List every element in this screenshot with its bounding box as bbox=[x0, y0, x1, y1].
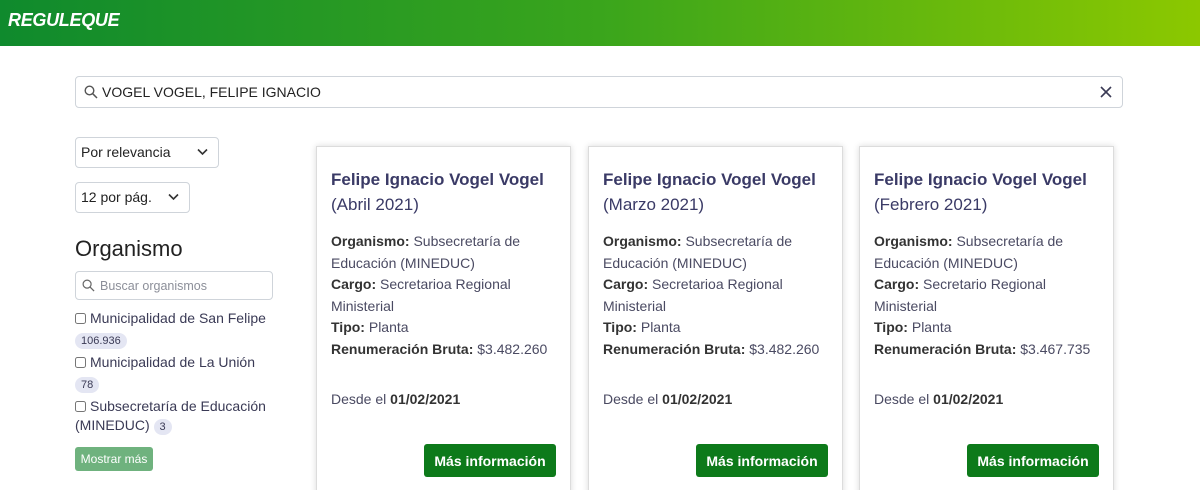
search-icon bbox=[84, 85, 98, 99]
cargo-label: Cargo: bbox=[603, 276, 649, 292]
more-info-button[interactable]: Más información bbox=[967, 444, 1099, 477]
count-badge: 78 bbox=[75, 377, 100, 393]
per-page-select-value: 12 por pág. bbox=[81, 189, 152, 205]
sort-select-value: Por relevancia bbox=[81, 144, 171, 160]
filter-item[interactable]: Municipalidad de San Felipe 106.936 bbox=[75, 309, 285, 349]
renumeracion-label: Renumeración Bruta: bbox=[874, 340, 1017, 357]
chevron-down-icon bbox=[197, 148, 208, 156]
tipo-value: Planta bbox=[911, 319, 952, 335]
chevron-down-icon bbox=[168, 193, 179, 201]
since-label: Desde el bbox=[331, 391, 387, 407]
tipo-label: Tipo: bbox=[874, 319, 908, 335]
card-period: (Febrero 2021) bbox=[874, 195, 988, 214]
tipo-label: Tipo: bbox=[331, 319, 365, 335]
organismo-filter-list: Municipalidad de San Felipe 106.936 Muni… bbox=[75, 309, 285, 439]
show-more-button[interactable]: Mostrar más bbox=[75, 447, 153, 471]
renumeracion-value: $3.482.260 bbox=[749, 340, 820, 357]
organismo-search bbox=[75, 271, 273, 300]
filter-label: Municipalidad de La Unión bbox=[90, 354, 255, 370]
count-badge: 106.936 bbox=[75, 333, 127, 349]
card-since: Desde el 01/02/2021 bbox=[331, 391, 460, 407]
card-since: Desde el 01/02/2021 bbox=[603, 391, 732, 407]
search-input[interactable] bbox=[102, 81, 1092, 103]
card-period: (Abril 2021) bbox=[331, 195, 419, 214]
since-date: 01/02/2021 bbox=[933, 391, 1004, 407]
clear-icon[interactable] bbox=[1098, 84, 1114, 100]
filter-checkbox[interactable] bbox=[75, 313, 86, 324]
result-card: Felipe Ignacio Vogel Vogel (Febrero 2021… bbox=[859, 146, 1114, 490]
filter-item[interactable]: Subsecretaría de Educación (MINEDUC) 3 bbox=[75, 397, 285, 435]
count-badge: 3 bbox=[153, 419, 172, 435]
card-name: Felipe Ignacio Vogel Vogel bbox=[603, 170, 816, 189]
card-details: Organismo: Subsecretaría de Educación (M… bbox=[331, 231, 559, 360]
filter-checkbox[interactable] bbox=[75, 401, 86, 412]
more-info-button[interactable]: Más información bbox=[424, 444, 556, 477]
since-label: Desde el bbox=[603, 391, 659, 407]
renumeracion-value: $3.482.260 bbox=[477, 340, 548, 357]
card-name: Felipe Ignacio Vogel Vogel bbox=[331, 170, 544, 189]
card-since: Desde el 01/02/2021 bbox=[874, 391, 1003, 407]
result-card: Felipe Ignacio Vogel Vogel (Marzo 2021) … bbox=[588, 146, 843, 490]
tipo-value: Planta bbox=[640, 319, 681, 335]
since-date: 01/02/2021 bbox=[662, 391, 733, 407]
card-details: Organismo: Subsecretaría de Educación (M… bbox=[874, 231, 1102, 360]
logo[interactable]: REGULEQUE bbox=[8, 10, 120, 31]
since-date: 01/02/2021 bbox=[390, 391, 461, 407]
tipo-label: Tipo: bbox=[603, 319, 637, 335]
cargo-label: Cargo: bbox=[874, 276, 920, 292]
since-label: Desde el bbox=[874, 391, 930, 407]
filter-label: Municipalidad de San Felipe bbox=[90, 310, 266, 326]
organismo-heading: Organismo bbox=[75, 236, 183, 261]
renumeracion-label: Renumeración Bruta: bbox=[603, 340, 746, 357]
filter-item[interactable]: Municipalidad de La Unión 78 bbox=[75, 353, 285, 393]
top-header-bar: REGULEQUE bbox=[0, 0, 1200, 46]
organismo-label: Organismo: bbox=[331, 233, 410, 249]
more-info-button[interactable]: Más información bbox=[696, 444, 828, 477]
tipo-value: Planta bbox=[368, 319, 409, 335]
card-period: (Marzo 2021) bbox=[603, 195, 705, 214]
filter-checkbox[interactable] bbox=[75, 357, 86, 368]
sort-select[interactable]: Por relevancia bbox=[75, 137, 219, 168]
organismo-label: Organismo: bbox=[874, 233, 953, 249]
search-bar bbox=[75, 76, 1123, 108]
cargo-label: Cargo: bbox=[331, 276, 377, 292]
renumeracion-label: Renumeración Bruta: bbox=[331, 340, 474, 357]
card-details: Organismo: Subsecretaría de Educación (M… bbox=[603, 231, 831, 360]
search-icon bbox=[82, 279, 95, 292]
result-card: Felipe Ignacio Vogel Vogel (Abril 2021) … bbox=[316, 146, 571, 490]
organismo-label: Organismo: bbox=[603, 233, 682, 249]
per-page-select[interactable]: 12 por pág. bbox=[75, 182, 190, 213]
organismo-search-input[interactable] bbox=[100, 276, 268, 296]
renumeracion-value: $3.467.735 bbox=[1020, 340, 1091, 357]
card-name: Felipe Ignacio Vogel Vogel bbox=[874, 170, 1087, 189]
